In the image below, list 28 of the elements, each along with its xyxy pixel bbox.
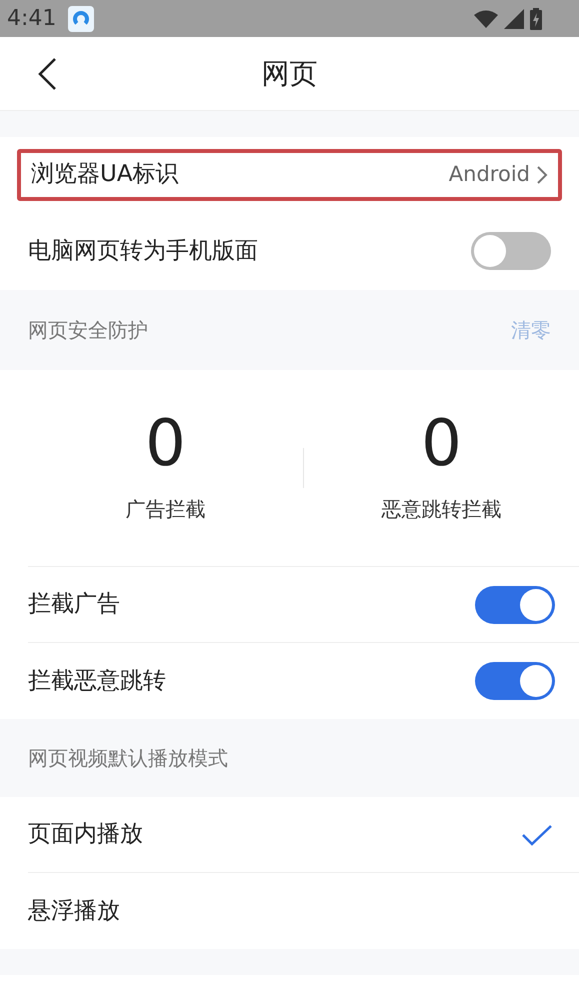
ua-setting-row[interactable]: 浏览器UA标识 Android — [17, 148, 562, 200]
section-header: 网页视频默认播放模式 — [28, 745, 228, 772]
check-icon — [521, 822, 553, 846]
setting-label: 拦截广告 — [28, 590, 120, 620]
page-title: 网页 — [262, 56, 318, 92]
option-label: 悬浮播放 — [28, 896, 120, 926]
status-time: 4:41 — [7, 5, 56, 33]
setting-label: 浏览器UA标识 — [31, 160, 179, 190]
wifi-icon — [474, 10, 498, 28]
setting-label: 电脑网页转为手机版面 — [28, 236, 258, 266]
toggle-switch[interactable] — [475, 662, 555, 700]
stat-value: 0 — [421, 412, 462, 476]
app-icon — [68, 6, 94, 32]
setting-label: 拦截恶意跳转 — [28, 666, 166, 696]
option-row[interactable]: 悬浮播放 — [28, 873, 579, 949]
back-icon — [37, 58, 57, 90]
option-row[interactable]: 页面内播放 — [28, 797, 579, 873]
setting-value: Android — [448, 160, 530, 188]
stat-value: 0 — [145, 412, 186, 476]
chevron-icon — [536, 164, 548, 184]
option-label: 页面内播放 — [28, 820, 143, 850]
stat-label: 恶意跳转拦截 — [382, 496, 502, 523]
toggle-switch[interactable] — [475, 586, 555, 624]
signal-icon — [504, 8, 524, 28]
stat-label: 广告拦截 — [126, 496, 206, 523]
section-header: 网页安全防护 — [28, 317, 148, 344]
battery-icon — [530, 8, 542, 30]
toggle-switch[interactable] — [471, 232, 551, 270]
